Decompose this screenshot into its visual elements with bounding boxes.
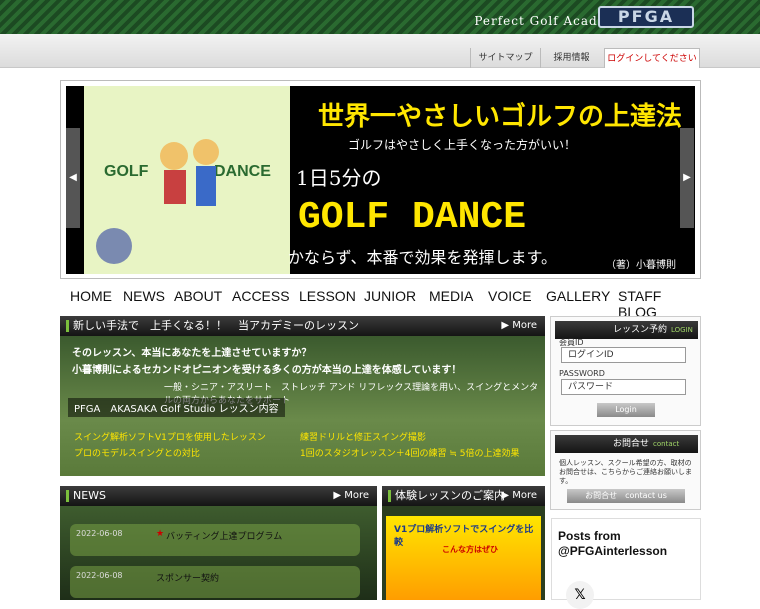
slider-subtitle: ゴルフはやさしく上手くなった方がいい！ — [348, 138, 577, 152]
header-accent-bar — [66, 320, 69, 332]
password-label: PASSWORD — [559, 369, 605, 378]
trial-panel: V1プロ解析ソフトでスイングを比較 こんな方はぜひ — [382, 506, 545, 600]
lesson-bullet: プロのモデルスイングとの対比 — [74, 449, 200, 459]
news-panel: 2022-06-08 ★ バッティング上達プログラム 2022-06-08 スポ… — [60, 506, 377, 600]
pfga-logo[interactable]: PFGA — [598, 6, 694, 28]
svg-text:DANCE: DANCE — [214, 163, 271, 180]
news-header-title: NEWS — [73, 489, 107, 502]
trial-banner-sub: こんな方はぜひ — [442, 545, 498, 554]
slider-prev-button[interactable]: ◀ — [66, 128, 80, 228]
news-title: バッティング上達プログラム — [166, 532, 283, 542]
lesson-panel[interactable]: そのレッスン、本当にあなたを上達させていますか？ 小暮博則によるセカンドオピニオ… — [60, 336, 545, 476]
dvd-cover-image: GOLF DANCE — [84, 86, 290, 274]
twitter-feed: Posts from @PFGAinterlesson 𝕏 — [551, 518, 701, 609]
lesson-header: 新しい手法で 上手くなる！！ 当アカデミーのレッスン ▶ More — [60, 316, 545, 336]
x-logo-icon[interactable]: 𝕏 — [566, 581, 594, 609]
trial-banner[interactable]: V1プロ解析ソフトでスイングを比較 こんな方はぜひ — [386, 516, 541, 600]
lesson-contents-title: PFGA AKASAKA Golf Studio レッスン内容 — [68, 398, 285, 417]
hero-slider[interactable]: GOLF DANCE 世界一やさしいゴルフの上達法 ゴルフはやさしく上手くなった… — [66, 86, 695, 274]
lesson-bullet: スイング解析ソフトV1プロを使用したレッスン — [74, 433, 266, 443]
contact-text: 個人レッスン、スクール希望の方、取材のお問合せは、こちらからご連絡お願いします。 — [559, 459, 692, 485]
slider-author: （著）小暮博則 — [606, 260, 676, 271]
slider-tagline: かならず、本番で効果を発揮します。 — [288, 248, 557, 267]
main-nav: HOME NEWS ABOUT ACCESS LESSON JUNIOR MED… — [60, 288, 701, 320]
nav-junior[interactable]: JUNIOR — [364, 288, 416, 304]
nav-news[interactable]: NEWS — [123, 288, 165, 304]
top-header-bar: Perfect Golf Academy PFGA — [0, 0, 760, 34]
utility-bar: サイトマップ 採用情報 ログインしてください — [0, 34, 760, 68]
nav-voice[interactable]: VOICE — [488, 288, 532, 304]
svg-text:GOLF: GOLF — [104, 163, 149, 180]
news-item[interactable]: 2022-06-08 ★ バッティング上達プログラム — [70, 524, 360, 556]
header-accent-bar — [66, 490, 69, 502]
contact-button[interactable]: お問合せ contact us — [567, 489, 685, 503]
header-accent-bar — [388, 490, 391, 502]
nav-access[interactable]: ACCESS — [232, 288, 290, 304]
golf-dance-illustration: GOLF DANCE — [84, 86, 290, 274]
slider-next-button[interactable]: ▶ — [680, 128, 694, 228]
slider-one-day: 1日5分の — [296, 166, 382, 190]
recruit-link[interactable]: 採用情報 — [540, 48, 602, 68]
news-date: 2022-06-08 — [76, 529, 123, 538]
lesson-more-link[interactable]: ▶ More — [501, 316, 537, 336]
lesson-bullet: 1回のスタジオレッスン＋4回の練習 ≒ 5倍の上達効果 — [300, 449, 520, 459]
trial-more-link[interactable]: ▶ More — [501, 486, 537, 506]
login-id-field[interactable]: ログインID — [561, 347, 686, 363]
news-title: スポンサー契約 — [156, 574, 220, 584]
login-panel: レッスン予約 LOGIN 会員ID ログインID PASSWORD パスワード L… — [550, 316, 701, 426]
contact-header: お問合せ contact — [555, 435, 698, 453]
slider-title: 世界一やさしいゴルフの上達法 — [318, 102, 683, 132]
nav-home[interactable]: HOME — [70, 288, 112, 304]
lesson-header-title: 新しい手法で 上手くなる！！ 当アカデミーのレッスン — [73, 319, 359, 332]
news-more-link[interactable]: ▶ More — [333, 486, 369, 506]
nav-media[interactable]: MEDIA — [429, 288, 473, 304]
news-header: NEWS ▶ More — [60, 486, 377, 506]
contact-title: お問合せ — [613, 439, 650, 449]
slider-golf-dance: GOLF DANCE — [298, 196, 527, 239]
login-button[interactable]: Login — [597, 403, 655, 417]
sitemap-link[interactable]: サイトマップ — [470, 48, 540, 68]
contact-sub: contact — [653, 440, 680, 448]
nav-about[interactable]: ABOUT — [174, 288, 222, 304]
login-title: レッスン予約 — [613, 325, 668, 335]
lesson-question: そのレッスン、本当にあなたを上達させていますか？ — [72, 348, 312, 359]
login-sub: LOGIN — [671, 326, 693, 334]
contact-panel: お問合せ contact 個人レッスン、スクール希望の方、取材のお問合せは、こちら… — [550, 430, 701, 510]
lesson-statement: 小暮博則によるセカンドオピニオンを受ける多くの方が本当の上達を体感しています！ — [72, 365, 462, 376]
nav-gallery[interactable]: GALLERY — [546, 288, 610, 304]
posts-title: Posts from @PFGAinterlesson — [558, 529, 668, 558]
password-field[interactable]: パスワード — [561, 379, 686, 395]
nav-lesson[interactable]: LESSON — [299, 288, 356, 304]
trial-header: 体験レッスンのご案内 ▶ More — [382, 486, 545, 506]
news-date: 2022-06-08 — [76, 571, 123, 580]
login-tab[interactable]: ログインしてください — [604, 48, 700, 68]
news-star: ★ — [156, 529, 165, 539]
news-item[interactable]: 2022-06-08 スポンサー契約 — [70, 566, 360, 598]
trial-header-title: 体験レッスンのご案内 — [395, 489, 505, 502]
lesson-bullet: 練習ドリルと修正スイング撮影 — [300, 433, 427, 443]
